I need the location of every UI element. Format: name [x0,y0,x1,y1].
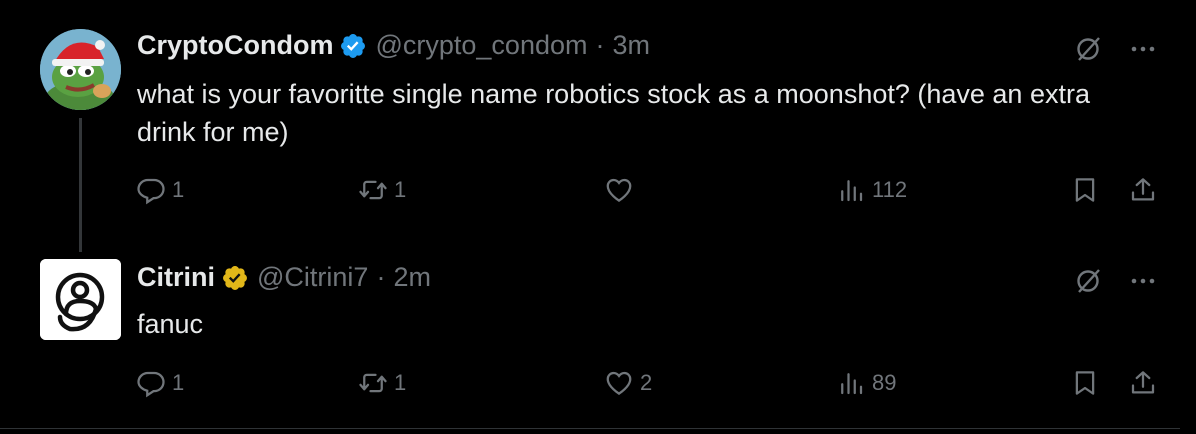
grok-icon[interactable] [1073,34,1103,64]
reply-icon [137,371,165,398]
bookmark-button[interactable] [1070,368,1100,398]
verified-badge-icon [339,32,367,60]
view-count: 89 [872,370,897,395]
reply-button[interactable]: 1 [136,175,184,205]
user-handle[interactable]: @Citrini7 [257,262,368,293]
bookmark-button[interactable] [1070,175,1100,205]
timestamp[interactable]: 2m [393,262,431,293]
reply-icon [137,178,165,205]
heart-icon [606,178,632,202]
retweet-icon [359,373,387,393]
more-icon[interactable] [1128,266,1158,296]
heart-icon [606,371,632,395]
avatar[interactable] [40,29,121,110]
separator-dot: · [376,262,386,292]
timestamp[interactable]: 3m [613,30,651,61]
tweet-header: CryptoCondom @crypto_condom · 3m [137,30,650,61]
share-icon [1131,371,1155,394]
verified-badge-icon [221,264,249,292]
user-handle[interactable]: @crypto_condom [375,30,587,61]
views-icon [841,373,863,395]
share-icon [1131,178,1155,201]
divider [0,428,1180,429]
like-button[interactable]: 2 [604,368,652,398]
retweet-count: 1 [394,370,407,395]
tweet-actions: 1 1 2 89 [0,368,1180,408]
pepe-santa-avatar-icon [40,29,121,110]
share-button[interactable] [1128,175,1158,205]
grok-icon[interactable] [1073,266,1103,296]
bookmark-icon [1075,371,1095,395]
views-icon [841,180,863,202]
tweet-text: what is your favoritte single name robot… [137,79,1090,147]
tweet-header: Citrini @Citrini7 · 2m [137,262,431,293]
share-button[interactable] [1128,368,1158,398]
separator-dot: · [595,30,605,60]
like-button[interactable] [604,175,640,205]
tweet-thread: CryptoCondom @crypto_condom · 3m what is… [0,0,1180,434]
reply-button[interactable]: 1 [136,368,184,398]
views-button[interactable]: 112 [836,175,907,205]
like-count: 2 [640,370,653,395]
retweet-button[interactable]: 1 [358,175,406,205]
view-count: 112 [872,177,908,202]
display-name[interactable]: CryptoCondom [137,30,333,61]
tweet-text: fanuc [137,309,204,339]
retweet-count: 1 [394,177,407,202]
views-button[interactable]: 89 [836,368,896,398]
avatar[interactable] [40,259,121,340]
reply-count: 1 [172,177,185,202]
display-name[interactable]: Citrini [137,262,215,293]
retweet-button[interactable]: 1 [358,368,406,398]
tweet-actions: 1 1 112 [0,175,1180,215]
reply-count: 1 [172,370,185,395]
bookmark-icon [1075,178,1095,202]
citrini-logo-icon [40,259,121,340]
more-icon[interactable] [1128,34,1158,64]
retweet-icon [359,180,387,200]
